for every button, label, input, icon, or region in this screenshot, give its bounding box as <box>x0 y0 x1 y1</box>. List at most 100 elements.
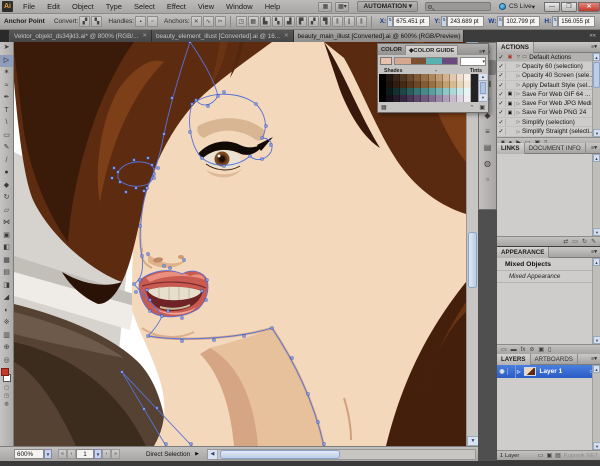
arrange-documents-icon[interactable]: ▦▾ <box>335 1 350 12</box>
handles-hide-icon[interactable]: ▫ <box>147 16 159 27</box>
color-swatch[interactable] <box>386 95 394 102</box>
color-swatch[interactable] <box>400 81 408 88</box>
convert-smooth-icon[interactable]: ▚ <box>91 16 103 27</box>
update-link-icon[interactable]: ↻ <box>582 238 587 245</box>
restore-button[interactable]: ❐ <box>561 1 577 12</box>
color-swatch[interactable] <box>393 81 401 88</box>
color-swatch[interactable] <box>428 81 436 88</box>
gradient-tool[interactable]: ◨ <box>0 280 13 293</box>
new-stroke-icon[interactable]: ▭ <box>501 346 507 353</box>
color-swatch[interactable] <box>379 74 387 81</box>
color-swatch[interactable] <box>428 88 436 95</box>
dialog-toggle[interactable]: ▣ <box>506 91 515 98</box>
fill-swatch[interactable] <box>1 368 9 376</box>
color-swatch[interactable] <box>449 81 457 88</box>
relink-icon[interactable]: ⇄ <box>563 238 568 245</box>
harmony-rules-dropdown[interactable]: ▾ <box>460 56 486 66</box>
layer-thumbnail[interactable] <box>524 367 537 376</box>
duplicate-item-icon[interactable]: ▣ <box>538 346 544 353</box>
document-tab-3[interactable]: beauty_main_illust [Converted].ai @ 600%… <box>293 30 464 42</box>
column-graph-tool[interactable]: ▥ <box>0 330 13 343</box>
remove-anchor-icon[interactable]: ✕ <box>190 16 202 27</box>
distribute-center-icon[interactable]: ∥ <box>343 16 355 27</box>
color-swatch[interactable] <box>456 74 464 81</box>
color-swatch[interactable] <box>449 74 457 81</box>
zoom-level-field[interactable]: 600% <box>14 449 44 459</box>
action-row[interactable]: ✓ ▷ Simplify (selection) <box>497 118 592 128</box>
actions-scrollbar[interactable]: ▲ ▼ <box>592 53 600 137</box>
selection-tool[interactable]: ➤ <box>0 42 13 55</box>
color-swatch[interactable] <box>400 74 408 81</box>
scroll-left-icon[interactable]: ◀ <box>207 449 218 459</box>
expand-triangle-icon[interactable]: ▷ <box>515 63 522 69</box>
expand-triangle-icon[interactable]: ▷ <box>515 73 522 79</box>
color-swatch[interactable] <box>428 74 436 81</box>
color-variations-grid[interactable]: ▲ ▼ <box>379 74 487 102</box>
stroke-icon[interactable]: ≡ <box>479 124 496 139</box>
toggle-item-checkbox[interactable]: ✓ <box>497 72 506 80</box>
tab-document-info[interactable]: DOCUMENT INFO <box>525 142 586 154</box>
color-swatch[interactable] <box>379 95 387 102</box>
color-swatch[interactable] <box>393 95 401 102</box>
menu-file[interactable]: File <box>17 0 41 13</box>
draw-normal-icon[interactable]: ▢ <box>0 384 13 392</box>
menu-type[interactable]: Type <box>100 0 128 13</box>
field-value[interactable]: 243.689 pt <box>447 16 485 27</box>
document-tab-1[interactable]: Vektor_objekt_ds34jkl3.ai* @ 800% (RGB/.… <box>10 30 152 42</box>
new-fill-icon[interactable]: ▬ <box>511 347 517 353</box>
app-logo-icon[interactable]: Ai <box>2 1 13 12</box>
graphic-styles-icon[interactable]: ▫ <box>479 172 496 187</box>
menu-edit[interactable]: Edit <box>41 0 66 13</box>
eraser-tool[interactable]: ◆ <box>0 180 13 193</box>
align-right-icon[interactable]: ▟ <box>283 16 295 27</box>
color-swatch[interactable] <box>414 81 422 88</box>
tab-actions[interactable]: ACTIONS <box>497 41 534 53</box>
paintbrush-tool[interactable]: ✎ <box>0 142 13 155</box>
symbol-sprayer-tool[interactable]: ※ <box>0 317 13 330</box>
color-swatch[interactable] <box>456 81 464 88</box>
color-swatch[interactable] <box>428 95 436 102</box>
links-scrollbar[interactable]: ▲ ▼ <box>592 154 600 236</box>
menu-effect[interactable]: Effect <box>161 0 192 13</box>
tab-appearance[interactable]: APPEARANCE <box>497 246 550 258</box>
color-swatch[interactable] <box>414 88 422 95</box>
menu-object[interactable]: Object <box>66 0 100 13</box>
dialog-toggle[interactable]: ▣ <box>506 54 515 61</box>
panel-menu-icon[interactable]: ≡▾ <box>591 145 600 151</box>
tab-layers[interactable]: LAYERS <box>497 353 531 365</box>
perspective-grid-tool[interactable]: ▦ <box>0 255 13 268</box>
tab-color[interactable]: COLOR <box>378 45 405 55</box>
gradient-icon[interactable]: ▤ <box>479 140 496 155</box>
cslive-button[interactable]: CS Live ▾ <box>498 3 535 11</box>
rotate-tool[interactable]: ↻ <box>0 192 13 205</box>
color-swatch[interactable] <box>407 95 415 102</box>
magic-wand-tool[interactable]: ✶ <box>0 67 13 80</box>
color-swatch[interactable] <box>407 81 415 88</box>
handles-show-icon[interactable]: ▪ <box>135 16 147 27</box>
expand-triangle-icon[interactable]: ▷ <box>515 129 522 135</box>
menu-select[interactable]: Select <box>128 0 161 13</box>
expand-triangle-icon[interactable]: ▷ <box>515 91 522 97</box>
status-menu-icon[interactable]: ▶ <box>195 451 199 457</box>
align-middle-icon[interactable]: ▞ <box>307 16 319 27</box>
free-transform-tool[interactable]: ▣ <box>0 230 13 243</box>
field-value[interactable]: 156.055 pt <box>558 16 596 27</box>
color-swatch[interactable] <box>435 81 443 88</box>
align-top-icon[interactable]: ▛ <box>295 16 307 27</box>
last-artboard-icon[interactable]: » <box>111 449 120 459</box>
color-swatch[interactable] <box>421 95 429 102</box>
color-swatch[interactable] <box>463 88 472 95</box>
action-row[interactable]: ✓ ▷ Apply Default Style (sel... <box>497 81 592 91</box>
field-value[interactable]: 675.451 pt <box>393 16 431 27</box>
toggle-item-checkbox[interactable]: ✓ <box>497 62 506 70</box>
first-artboard-icon[interactable]: « <box>58 449 67 459</box>
panel-menu-icon[interactable]: ≡▾ <box>479 49 488 55</box>
dock-collapse-strip[interactable]: «« <box>497 30 600 42</box>
hscroll-thumb[interactable] <box>219 449 340 459</box>
align-left-icon[interactable]: ▙ <box>259 16 271 27</box>
mesh-tool[interactable]: ▤ <box>0 267 13 280</box>
color-swatch[interactable] <box>400 95 408 102</box>
layers-scrollbar[interactable]: ▲ ▼ <box>592 365 600 450</box>
cut-path-icon[interactable]: ✂ <box>214 16 226 27</box>
color-swatch[interactable] <box>421 74 429 81</box>
